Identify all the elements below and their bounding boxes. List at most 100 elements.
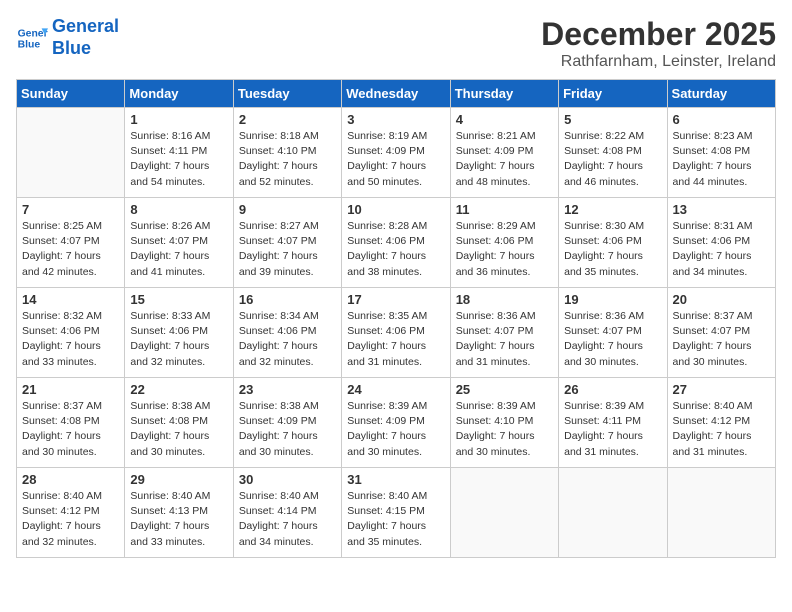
calendar-cell: 11 Sunrise: 8:29 AMSunset: 4:06 PMDayligh…	[450, 198, 558, 288]
weekday-header-wednesday: Wednesday	[342, 80, 450, 108]
calendar-cell: 13 Sunrise: 8:31 AMSunset: 4:06 PMDayligh…	[667, 198, 775, 288]
calendar-cell: 12Sunrise: 8:30 AMSunset: 4:06 PMDayligh…	[559, 198, 667, 288]
week-row-4: 21 Sunrise: 8:37 AMSunset: 4:08 PMDayligh…	[17, 378, 776, 468]
day-info: Sunrise: 8:37 AMSunset: 4:07 PMDaylight:…	[673, 309, 770, 370]
page-header: General Blue General Blue December 2025 …	[16, 16, 776, 71]
calendar-cell	[559, 468, 667, 558]
day-info: Sunrise: 8:30 AMSunset: 4:06 PMDaylight:…	[564, 219, 661, 280]
calendar-cell	[667, 468, 775, 558]
day-number: 11	[456, 202, 553, 217]
day-number: 30	[239, 472, 336, 487]
weekday-header-sunday: Sunday	[17, 80, 125, 108]
day-info: Sunrise: 8:40 AMSunset: 4:13 PMDaylight:…	[130, 489, 227, 550]
day-number: 13	[673, 202, 770, 217]
day-info: Sunrise: 8:29 AMSunset: 4:06 PMDaylight:…	[456, 219, 553, 280]
day-info: Sunrise: 8:38 AMSunset: 4:08 PMDaylight:…	[130, 399, 227, 460]
day-number: 4	[456, 112, 553, 127]
svg-text:Blue: Blue	[18, 39, 41, 50]
day-number: 16	[239, 292, 336, 307]
week-row-3: 14Sunrise: 8:32 AMSunset: 4:06 PMDayligh…	[17, 288, 776, 378]
day-number: 22	[130, 382, 227, 397]
weekday-header-monday: Monday	[125, 80, 233, 108]
day-number: 6	[673, 112, 770, 127]
calendar-cell: 18 Sunrise: 8:36 AMSunset: 4:07 PMDayligh…	[450, 288, 558, 378]
day-info: Sunrise: 8:28 AMSunset: 4:06 PMDaylight:…	[347, 219, 444, 280]
day-number: 27	[673, 382, 770, 397]
day-info: Sunrise: 8:18 AMSunset: 4:10 PMDaylight:…	[239, 129, 336, 190]
day-number: 21	[22, 382, 119, 397]
day-number: 26	[564, 382, 661, 397]
calendar-cell: 1Sunrise: 8:16 AMSunset: 4:11 PMDaylight…	[125, 108, 233, 198]
day-info: Sunrise: 8:36 AMSunset: 4:07 PMDaylight:…	[564, 309, 661, 370]
calendar-cell: 21 Sunrise: 8:37 AMSunset: 4:08 PMDayligh…	[17, 378, 125, 468]
calendar-cell: 4Sunrise: 8:21 AMSunset: 4:09 PMDaylight…	[450, 108, 558, 198]
calendar-cell: 15 Sunrise: 8:33 AMSunset: 4:06 PMDayligh…	[125, 288, 233, 378]
calendar-cell: 9 Sunrise: 8:27 AMSunset: 4:07 PMDaylight…	[233, 198, 341, 288]
day-info: Sunrise: 8:40 AMSunset: 4:15 PMDaylight:…	[347, 489, 444, 550]
weekday-header-row: SundayMondayTuesdayWednesdayThursdayFrid…	[17, 80, 776, 108]
day-number: 24	[347, 382, 444, 397]
day-info: Sunrise: 8:40 AMSunset: 4:14 PMDaylight:…	[239, 489, 336, 550]
weekday-header-tuesday: Tuesday	[233, 80, 341, 108]
logo: General Blue General Blue	[16, 16, 119, 59]
weekday-header-saturday: Saturday	[667, 80, 775, 108]
day-number: 14	[22, 292, 119, 307]
calendar-cell: 10 Sunrise: 8:28 AMSunset: 4:06 PMDayligh…	[342, 198, 450, 288]
calendar-cell: 5 Sunrise: 8:22 AMSunset: 4:08 PMDaylight…	[559, 108, 667, 198]
calendar-cell: 25Sunrise: 8:39 AMSunset: 4:10 PMDayligh…	[450, 378, 558, 468]
calendar-cell: 2Sunrise: 8:18 AMSunset: 4:10 PMDaylight…	[233, 108, 341, 198]
calendar-cell	[17, 108, 125, 198]
day-info: Sunrise: 8:37 AMSunset: 4:08 PMDaylight:…	[22, 399, 119, 460]
month-title: December 2025	[541, 16, 776, 53]
calendar-cell: 16 Sunrise: 8:34 AMSunset: 4:06 PMDayligh…	[233, 288, 341, 378]
day-number: 29	[130, 472, 227, 487]
week-row-2: 7Sunrise: 8:25 AMSunset: 4:07 PMDaylight…	[17, 198, 776, 288]
day-info: Sunrise: 8:40 AMSunset: 4:12 PMDaylight:…	[673, 399, 770, 460]
day-info: Sunrise: 8:19 AMSunset: 4:09 PMDaylight:…	[347, 129, 444, 190]
calendar-cell: 19 Sunrise: 8:36 AMSunset: 4:07 PMDayligh…	[559, 288, 667, 378]
logo-icon: General Blue	[16, 22, 48, 54]
day-number: 8	[130, 202, 227, 217]
calendar-cell: 23Sunrise: 8:38 AMSunset: 4:09 PMDayligh…	[233, 378, 341, 468]
calendar-cell: 29 Sunrise: 8:40 AMSunset: 4:13 PMDayligh…	[125, 468, 233, 558]
day-info: Sunrise: 8:33 AMSunset: 4:06 PMDaylight:…	[130, 309, 227, 370]
day-info: Sunrise: 8:39 AMSunset: 4:09 PMDaylight:…	[347, 399, 444, 460]
day-number: 31	[347, 472, 444, 487]
day-info: Sunrise: 8:39 AMSunset: 4:11 PMDaylight:…	[564, 399, 661, 460]
calendar-cell: 28Sunrise: 8:40 AMSunset: 4:12 PMDayligh…	[17, 468, 125, 558]
day-number: 3	[347, 112, 444, 127]
calendar-cell: 8 Sunrise: 8:26 AMSunset: 4:07 PMDaylight…	[125, 198, 233, 288]
day-info: Sunrise: 8:40 AMSunset: 4:12 PMDaylight:…	[22, 489, 119, 550]
day-number: 10	[347, 202, 444, 217]
day-number: 20	[673, 292, 770, 307]
day-info: Sunrise: 8:27 AMSunset: 4:07 PMDaylight:…	[239, 219, 336, 280]
day-number: 5	[564, 112, 661, 127]
title-block: December 2025 Rathfarnham, Leinster, Ire…	[541, 16, 776, 71]
week-row-5: 28Sunrise: 8:40 AMSunset: 4:12 PMDayligh…	[17, 468, 776, 558]
day-number: 7	[22, 202, 119, 217]
calendar-table: SundayMondayTuesdayWednesdayThursdayFrid…	[16, 79, 776, 558]
day-number: 19	[564, 292, 661, 307]
day-number: 17	[347, 292, 444, 307]
calendar-cell: 17Sunrise: 8:35 AMSunset: 4:06 PMDayligh…	[342, 288, 450, 378]
day-number: 9	[239, 202, 336, 217]
calendar-cell: 24 Sunrise: 8:39 AMSunset: 4:09 PMDayligh…	[342, 378, 450, 468]
day-info: Sunrise: 8:39 AMSunset: 4:10 PMDaylight:…	[456, 399, 553, 460]
weekday-header-thursday: Thursday	[450, 80, 558, 108]
day-info: Sunrise: 8:31 AMSunset: 4:06 PMDaylight:…	[673, 219, 770, 280]
calendar-cell: 22 Sunrise: 8:38 AMSunset: 4:08 PMDayligh…	[125, 378, 233, 468]
day-number: 1	[130, 112, 227, 127]
calendar-cell: 20 Sunrise: 8:37 AMSunset: 4:07 PMDayligh…	[667, 288, 775, 378]
day-number: 15	[130, 292, 227, 307]
day-info: Sunrise: 8:36 AMSunset: 4:07 PMDaylight:…	[456, 309, 553, 370]
day-info: Sunrise: 8:34 AMSunset: 4:06 PMDaylight:…	[239, 309, 336, 370]
calendar-cell: 31 Sunrise: 8:40 AMSunset: 4:15 PMDayligh…	[342, 468, 450, 558]
calendar-cell: 14Sunrise: 8:32 AMSunset: 4:06 PMDayligh…	[17, 288, 125, 378]
logo-text: General Blue	[52, 16, 119, 59]
day-info: Sunrise: 8:22 AMSunset: 4:08 PMDaylight:…	[564, 129, 661, 190]
week-row-1: 1Sunrise: 8:16 AMSunset: 4:11 PMDaylight…	[17, 108, 776, 198]
weekday-header-friday: Friday	[559, 80, 667, 108]
day-number: 18	[456, 292, 553, 307]
calendar-cell: 26 Sunrise: 8:39 AMSunset: 4:11 PMDayligh…	[559, 378, 667, 468]
day-info: Sunrise: 8:26 AMSunset: 4:07 PMDaylight:…	[130, 219, 227, 280]
